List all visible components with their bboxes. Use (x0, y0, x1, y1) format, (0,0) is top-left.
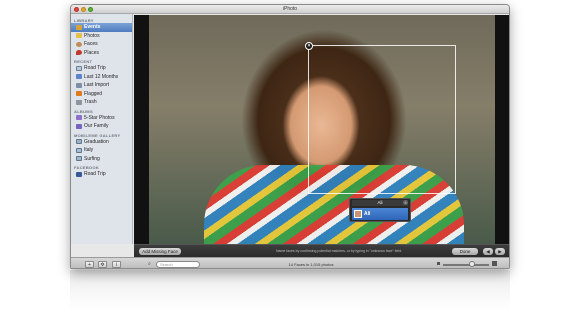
sidebar-item-label: Our Family (84, 123, 109, 129)
sidebar-item-label: Trash (84, 99, 97, 105)
sidebar-item-label: Places (84, 49, 100, 56)
window-title: iPhoto (282, 6, 298, 12)
clear-name-icon[interactable]: × (403, 200, 408, 205)
sidebar-item-label: Surfing (84, 155, 100, 162)
search-input[interactable]: Search (156, 261, 200, 268)
event-thumbnail-icon (76, 65, 82, 71)
events-icon (76, 24, 82, 30)
next-photo-button[interactable]: ▶ (495, 248, 505, 255)
faces-hint-text: Name faces by confirming potential match… (275, 249, 403, 253)
zoom-slider[interactable] (443, 264, 489, 266)
sidebar-item-5-star-photos[interactable]: 5-Star Photos (71, 114, 132, 123)
places-icon (76, 50, 82, 55)
sidebar-item-label: Faces (84, 41, 98, 47)
iphoto-window: iPhoto LIBRARY Events Photos Faces Place… (70, 4, 510, 269)
flag-icon (76, 91, 82, 96)
close-icon[interactable]: × (305, 42, 313, 50)
sidebar-item-last-import[interactable]: Last Import (71, 81, 132, 90)
sidebar-item-flagged[interactable]: Flagged (71, 90, 132, 99)
sidebar-item-surfing[interactable]: Surfing (71, 155, 132, 164)
face-name-popup: Ali × Ali (349, 198, 411, 222)
sidebar-item-label: Road Trip (84, 65, 106, 71)
face-detection-box[interactable]: × (305, 42, 456, 194)
sidebar-item-label: Last 12 Months (84, 73, 119, 80)
zoom-out-icon[interactable] (437, 262, 440, 265)
bottom-toolbar: + ✲ i ⌕ Search 14 Faces in 1,015 photos (71, 257, 509, 268)
sidebar-item-faces[interactable]: Faces (71, 40, 132, 49)
gallery-icon (76, 139, 82, 144)
sidebar-item-label: Events (84, 24, 101, 30)
sidebar-header-albums: ALBUMS (74, 108, 93, 114)
face-thumbnail-icon (354, 210, 362, 218)
sidebar-item-road-trip[interactable]: Road Trip (71, 64, 132, 73)
suggestion-label: Ali (364, 211, 371, 217)
sidebar-item-graduation[interactable]: Graduation (71, 138, 132, 147)
search-icon[interactable]: ⌕ (148, 261, 151, 268)
title-bar[interactable]: iPhoto (71, 5, 509, 14)
library-status-text: 14 Faces in 1,015 photos (288, 262, 334, 267)
done-button[interactable]: Done (452, 248, 478, 255)
import-icon (76, 82, 82, 88)
search-box: ⌕ Search (148, 261, 200, 268)
previous-photo-button[interactable]: ◀ (483, 248, 493, 255)
sidebar-item-label: Italy (84, 147, 94, 153)
sidebar-item-places[interactable]: Places (71, 49, 132, 58)
faces-icon (76, 41, 82, 47)
gear-icon[interactable]: ✲ (98, 261, 107, 268)
sidebar-item-label: Photos (84, 32, 100, 39)
sidebar-item-label: Flagged (84, 90, 103, 97)
smart-album-icon (76, 115, 82, 120)
album-icon (76, 123, 82, 129)
faces-info-bar: Add Missing Face Name faces by confirmin… (134, 244, 509, 257)
calendar-icon (76, 74, 82, 79)
sidebar-item-trash[interactable]: Trash (71, 98, 132, 107)
zoom-slider-knob[interactable] (469, 261, 475, 267)
add-icon[interactable]: + (85, 261, 94, 268)
sidebar-item-last-12-months[interactable]: Last 12 Months (71, 73, 132, 82)
sidebar-item-events[interactable]: Events (71, 23, 132, 32)
face-name-input[interactable]: Ali (352, 200, 408, 206)
sidebar-item-photos[interactable]: Photos (71, 32, 132, 41)
sidebar-header-facebook: FACEBOOK (74, 165, 100, 170)
sidebar-item-label: Last Import (84, 82, 110, 88)
sidebar-header-library: LIBRARY (74, 18, 94, 23)
photos-icon (76, 33, 82, 38)
sidebar-header-mobileme-gallery: MOBILEME GALLERY (74, 132, 121, 138)
zoom-in-icon[interactable] (492, 261, 497, 266)
sidebar-item-label: Road Trip (84, 171, 106, 177)
add-missing-face-button[interactable]: Add Missing Face (139, 248, 181, 255)
sidebar-header-recent: RECENT (74, 59, 93, 64)
sidebar-item-label: Graduation (84, 138, 109, 145)
gallery-icon (76, 156, 82, 161)
trash-icon (76, 99, 82, 105)
sidebar-item-our-family[interactable]: Our Family (71, 122, 132, 131)
window-reflection (70, 270, 510, 310)
name-suggestion-item[interactable]: Ali (352, 208, 408, 220)
info-icon[interactable]: i (112, 261, 121, 268)
sidebar-item-label: 5-Star Photos (84, 114, 115, 121)
sidebar-item-italy[interactable]: Italy (71, 146, 132, 155)
source-list-sidebar: LIBRARY Events Photos Faces Places RECEN… (71, 14, 133, 244)
photo-viewer[interactable]: × Ali × Ali (134, 15, 509, 244)
gallery-icon (76, 147, 82, 153)
facebook-icon (76, 171, 82, 177)
sidebar-item-facebook-road-trip[interactable]: Road Trip (71, 170, 132, 179)
